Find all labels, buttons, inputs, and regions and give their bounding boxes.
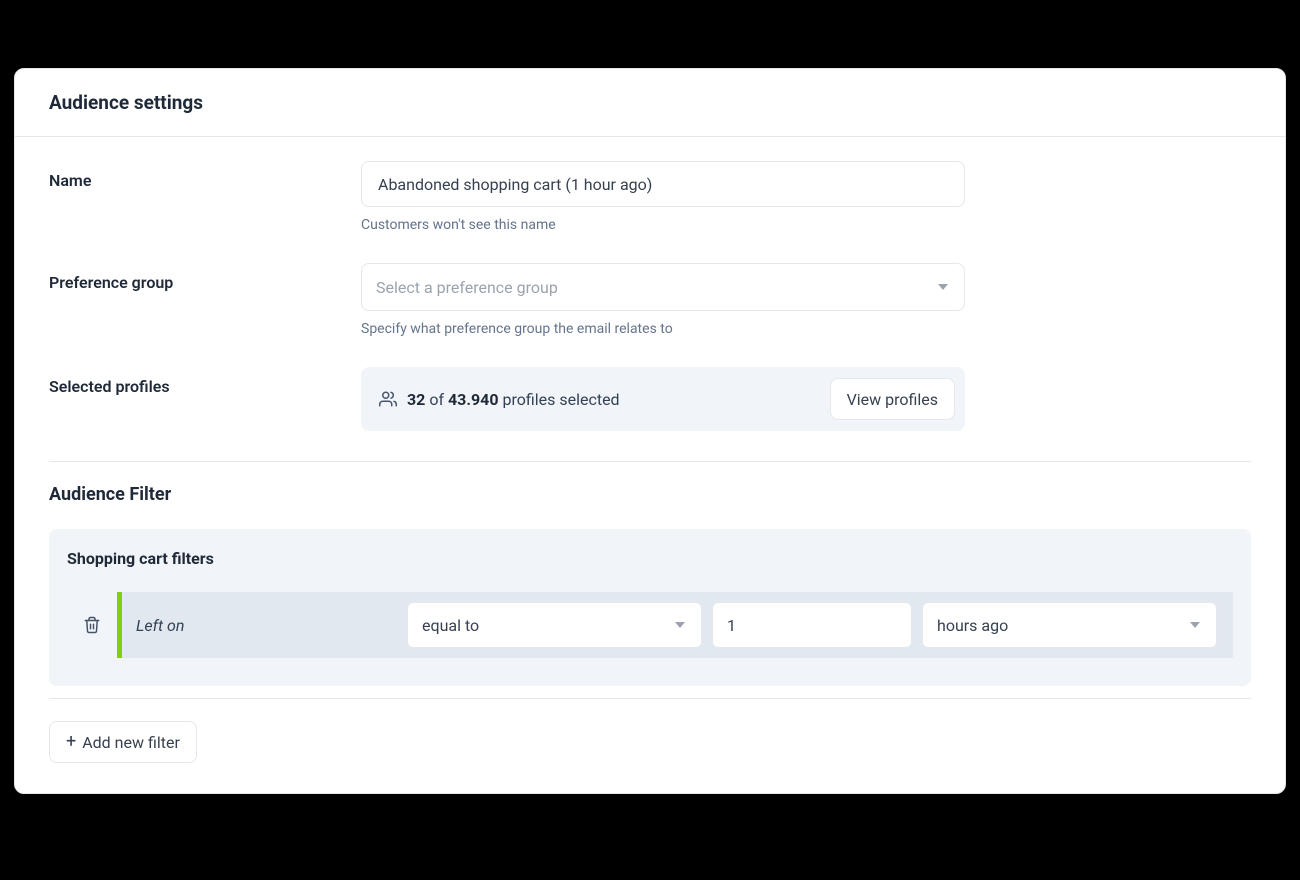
preference-group-helper-text: Specify what preference group the email …: [361, 321, 965, 337]
trash-icon[interactable]: [83, 616, 101, 634]
users-icon: [379, 390, 397, 408]
view-profiles-button[interactable]: View profiles: [830, 378, 955, 420]
add-new-filter-label: Add new filter: [82, 733, 180, 752]
filter-group-panel: Shopping cart filters Left on: [49, 529, 1251, 686]
selected-profiles-panel: 32 of 43.940 profiles selected View prof…: [361, 367, 965, 431]
add-new-filter-button[interactable]: + Add new filter: [49, 721, 197, 763]
filter-unit-value: hours ago: [937, 616, 1008, 635]
name-helper-text: Customers won't see this name: [361, 217, 965, 233]
filter-field-label: Left on: [122, 616, 397, 635]
chevron-down-icon: [675, 622, 685, 628]
filter-value-input[interactable]: [712, 602, 912, 648]
filter-rule-row: Left on equal to hours ago: [67, 592, 1233, 658]
audience-settings-card: Audience settings Name Customers won't s…: [14, 68, 1286, 794]
page-title: Audience settings: [49, 91, 1251, 114]
preference-group-select[interactable]: Select a preference group: [361, 263, 965, 311]
divider: [49, 698, 1251, 699]
chevron-down-icon: [938, 284, 948, 290]
chevron-down-icon: [1190, 622, 1200, 628]
filter-group-title: Shopping cart filters: [67, 549, 1233, 568]
preference-group-label: Preference group: [49, 273, 173, 292]
filter-operator-value: equal to: [422, 616, 479, 635]
profiles-count-text: 32 of 43.940 profiles selected: [407, 390, 620, 409]
name-input[interactable]: [361, 161, 965, 207]
audience-filter-title: Audience Filter: [49, 484, 1251, 505]
card-header: Audience settings: [15, 69, 1285, 137]
selected-profiles-label: Selected profiles: [49, 377, 170, 396]
filter-unit-select[interactable]: hours ago: [922, 602, 1217, 648]
preference-group-placeholder: Select a preference group: [376, 278, 558, 297]
plus-icon: +: [66, 733, 76, 751]
divider: [49, 461, 1251, 462]
name-label: Name: [49, 171, 91, 190]
filter-operator-select[interactable]: equal to: [407, 602, 702, 648]
